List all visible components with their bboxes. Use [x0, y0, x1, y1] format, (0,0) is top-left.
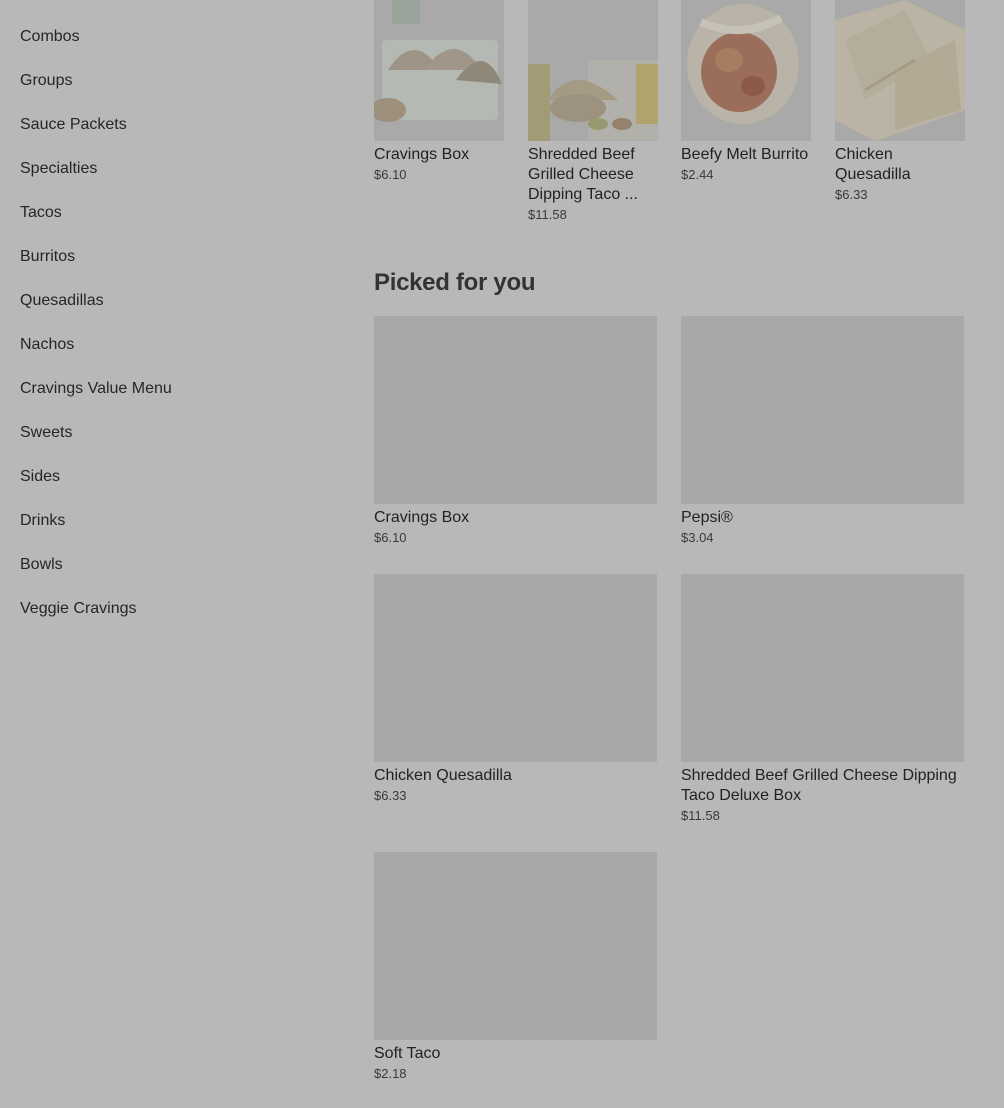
picked-item-cravings-box[interactable]: Cravings Box $6.10	[374, 316, 657, 546]
item-name: Shredded Beef Grilled Cheese Dipping Tac…	[528, 146, 638, 203]
item-price: $2.44	[681, 167, 714, 182]
item-price: $6.33	[835, 187, 868, 202]
item-name: Chicken Quesadilla	[835, 146, 911, 183]
food-image-placeholder	[374, 574, 657, 762]
sidebar-item-burritos[interactable]: Burritos	[20, 247, 75, 267]
sidebar-item-specialties[interactable]: Specialties	[20, 159, 97, 179]
food-image	[835, 0, 965, 141]
sidebar-item-cravings-value-menu[interactable]: Cravings Value Menu	[20, 379, 172, 399]
sidebar-item-nachos[interactable]: Nachos	[20, 335, 74, 355]
featured-item-cravings-box[interactable]: Cravings Box $6.10	[374, 0, 504, 183]
sidebar-item-quesadillas[interactable]: Quesadillas	[20, 291, 104, 311]
food-image	[374, 0, 504, 141]
food-image	[681, 0, 811, 141]
item-name: Soft Taco	[374, 1045, 441, 1062]
sidebar-item-sides[interactable]: Sides	[20, 467, 60, 487]
sidebar-item-bowls[interactable]: Bowls	[20, 555, 63, 575]
item-price: $6.10	[374, 167, 407, 182]
food-image-placeholder	[681, 316, 964, 504]
picked-item-pepsi[interactable]: Pepsi® $3.04	[681, 316, 964, 546]
item-price: $6.33	[374, 788, 407, 803]
item-price: $11.58	[681, 808, 720, 823]
sidebar-item-sweets[interactable]: Sweets	[20, 423, 72, 443]
picked-item-shredded-beef-box[interactable]: Shredded Beef Grilled Cheese Dipping Tac…	[681, 574, 964, 824]
item-price: $11.58	[528, 207, 567, 222]
item-price: $6.10	[374, 530, 407, 545]
item-name: Cravings Box	[374, 509, 470, 526]
food-image-placeholder	[681, 574, 964, 762]
food-image-placeholder	[374, 852, 657, 1040]
food-image-placeholder	[374, 316, 657, 504]
sidebar-item-tacos[interactable]: Tacos	[20, 203, 62, 223]
picked-item-soft-taco[interactable]: Soft Taco $2.18	[374, 852, 657, 1082]
sidebar-item-drinks[interactable]: Drinks	[20, 511, 65, 531]
sidebar-item-combos[interactable]: Combos	[20, 27, 80, 47]
item-name: Cravings Box	[374, 146, 470, 163]
item-name: Pepsi®	[681, 509, 733, 526]
item-name: Chicken Quesadilla	[374, 767, 512, 784]
sidebar-item-veggie-cravings[interactable]: Veggie Cravings	[20, 599, 137, 619]
picked-item-chicken-quesadilla[interactable]: Chicken Quesadilla $6.33	[374, 574, 657, 804]
featured-item-beefy-melt-burrito[interactable]: Beefy Melt Burrito $2.44	[681, 0, 811, 183]
item-price: $3.04	[681, 530, 714, 545]
food-image	[528, 0, 658, 141]
item-price: $2.18	[374, 1066, 407, 1081]
section-title-picked-for-you: Picked for you	[374, 269, 536, 296]
featured-item-shredded-beef-box[interactable]: Shredded Beef Grilled Cheese Dipping Tac…	[528, 0, 658, 223]
sidebar-item-groups[interactable]: Groups	[20, 71, 72, 91]
featured-item-chicken-quesadilla[interactable]: Chicken Quesadilla $6.33	[835, 0, 965, 203]
item-name: Shredded Beef Grilled Cheese Dipping Tac…	[681, 767, 957, 804]
item-name: Beefy Melt Burrito	[681, 146, 809, 163]
sidebar-item-sauce-packets[interactable]: Sauce Packets	[20, 115, 127, 135]
